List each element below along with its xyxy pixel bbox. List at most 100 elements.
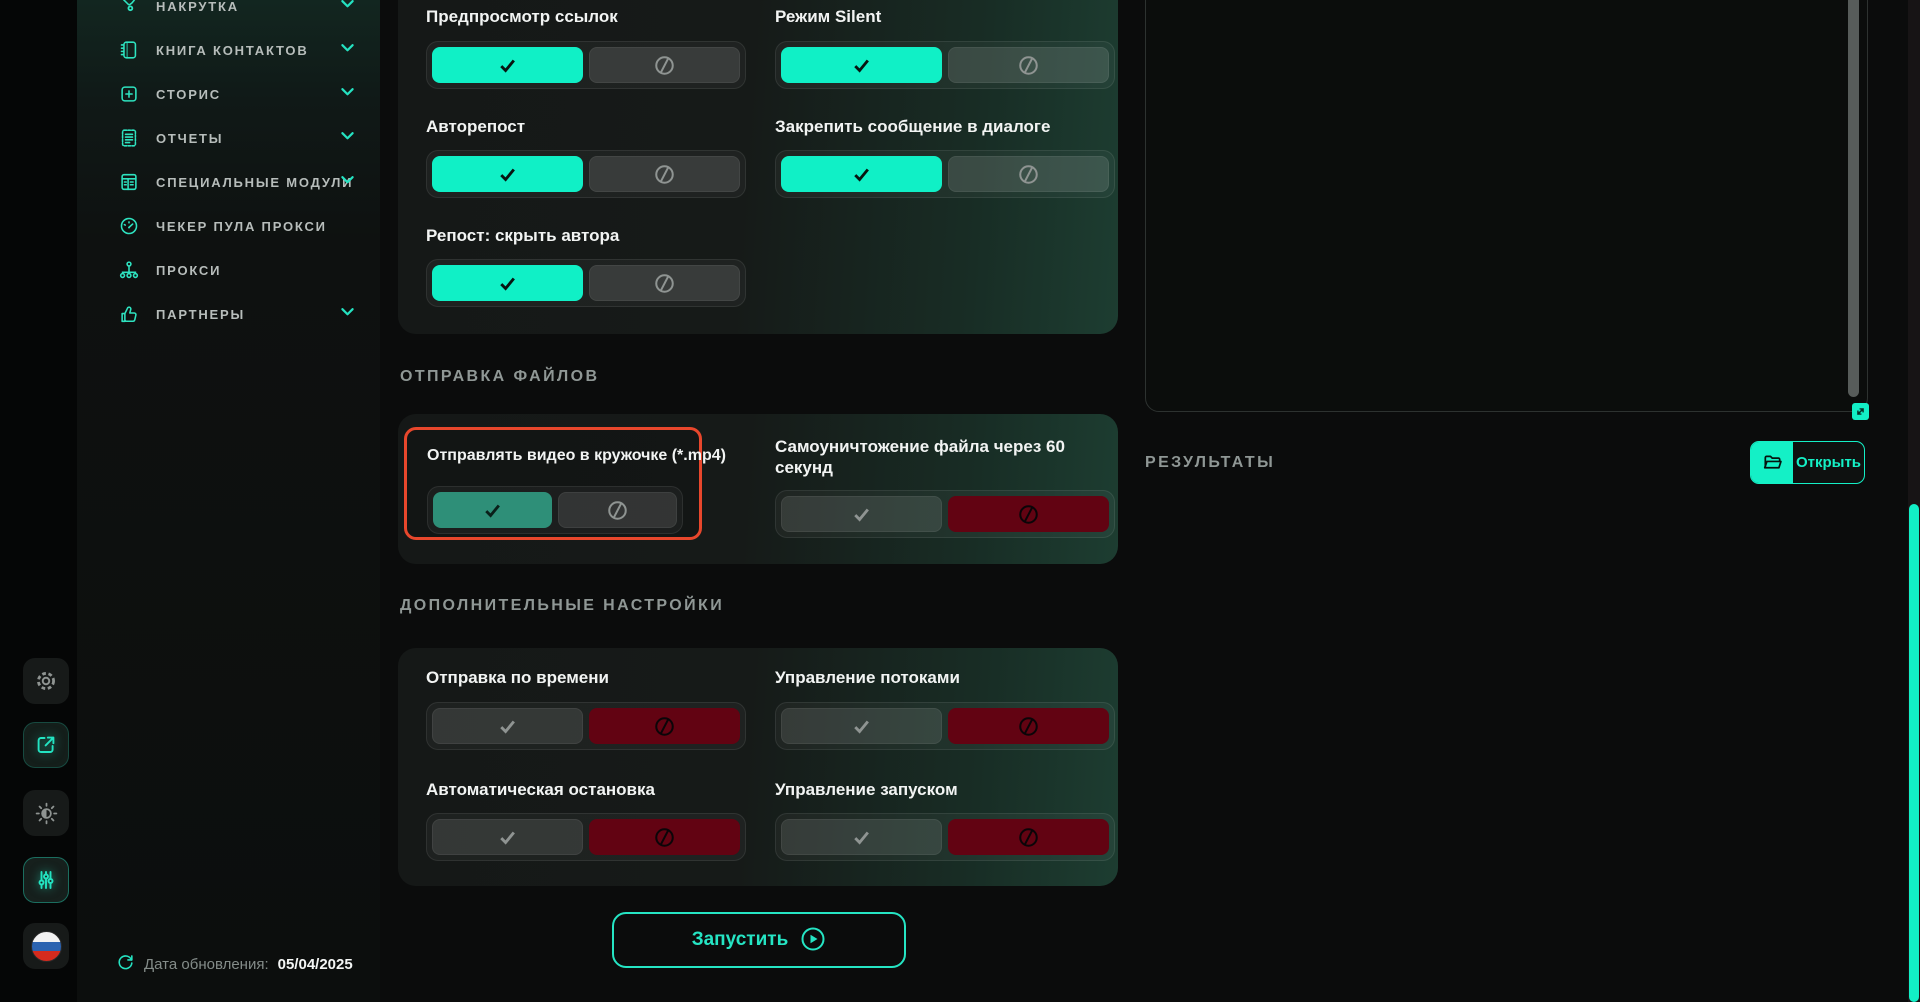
results-log-area[interactable] <box>1145 0 1868 412</box>
reports-icon <box>117 126 141 150</box>
sidebar-item-label: ОТЧЕТЫ <box>156 131 223 146</box>
toggle-yes-button[interactable] <box>781 819 942 855</box>
chevron-down-icon <box>339 83 356 105</box>
sidebar-menu: НАКРУТКА КНИГА КОНТАКТОВ <box>77 0 380 336</box>
sidebar-item-proxy[interactable]: ПРОКСИ <box>77 248 380 292</box>
theme-button[interactable] <box>23 790 69 836</box>
toggle-yes-button[interactable] <box>781 708 942 744</box>
speedometer-icon <box>117 214 141 238</box>
modules-icon <box>117 170 141 194</box>
toggle-label: Режим Silent <box>775 7 881 27</box>
run-button[interactable]: Запустить <box>612 912 906 968</box>
toggle-send-by-time <box>426 702 746 750</box>
equalizer-icon <box>34 868 58 892</box>
toggle-no-button[interactable] <box>589 47 740 83</box>
sidebar-item-contacts-book[interactable]: КНИГА КОНТАКТОВ <box>77 28 380 72</box>
thumbs-up-icon <box>117 302 141 326</box>
file-sending-panel: Отправлять видео в кружочке (*.mp4) Само… <box>398 414 1118 564</box>
toggle-label: Самоуничтожение файла через 60 секунд <box>775 436 1085 479</box>
sidebar-item-nakrutka[interactable]: НАКРУТКА <box>77 0 380 28</box>
toggle-link-preview <box>426 41 746 89</box>
sidebar-item-label: НАКРУТКА <box>156 0 239 14</box>
chevron-down-icon <box>339 39 356 61</box>
toggle-no-button[interactable] <box>948 819 1109 855</box>
sidebar-item-partners[interactable]: ПАРТНЕРЫ <box>77 292 380 336</box>
toggle-no-button[interactable] <box>589 156 740 192</box>
toggle-label: Автоматическая остановка <box>426 780 655 800</box>
toggle-no-button[interactable] <box>948 156 1109 192</box>
toggle-label: Закрепить сообщение в диалоге <box>775 117 1050 137</box>
toggle-yes-button[interactable] <box>432 708 583 744</box>
toggle-no-button[interactable] <box>948 47 1109 83</box>
run-button-label: Запустить <box>692 929 789 951</box>
folder-icon <box>1751 442 1793 483</box>
toggle-yes-button[interactable] <box>432 156 583 192</box>
toggle-label: Отправка по времени <box>426 668 609 688</box>
update-date-value: 05/04/2025 <box>278 956 353 973</box>
sidebar-item-proxy-checker[interactable]: ЧЕКЕР ПУЛА ПРОКСИ <box>77 204 380 248</box>
toggle-label: Управление запуском <box>775 780 958 800</box>
toggle-label: Авторепост <box>426 117 525 137</box>
left-icon-rail <box>0 0 77 1002</box>
chevron-down-icon <box>339 303 356 325</box>
chevron-down-icon <box>339 127 356 149</box>
language-button[interactable] <box>23 923 69 969</box>
results-scrollbar-thumb[interactable] <box>1848 0 1859 397</box>
section-title-extra: ДОПОЛНИТЕЛЬНЫЕ НАСТРОЙКИ <box>400 597 724 615</box>
toggle-video-circle <box>427 486 683 534</box>
sidebar-item-special-modules[interactable]: СПЕЦИАЛЬНЫЕ МОДУЛИ <box>77 160 380 204</box>
contacts-book-icon <box>117 38 141 62</box>
sidebar-item-label: СТОРИС <box>156 87 221 102</box>
toggle-yes-button[interactable] <box>432 265 583 301</box>
settings-button[interactable] <box>23 658 69 704</box>
update-date-label: Дата обновления: <box>144 956 269 973</box>
toggle-no-button[interactable] <box>589 708 740 744</box>
toggle-auto-stop <box>426 813 746 861</box>
window-scrollbar-thumb[interactable] <box>1909 504 1919 1002</box>
refresh-icon[interactable] <box>116 952 135 976</box>
stories-icon <box>117 82 141 106</box>
sidebar-item-reports[interactable]: ОТЧЕТЫ <box>77 116 380 160</box>
open-results-button[interactable]: Открыть <box>1750 441 1865 484</box>
toggle-no-button[interactable] <box>589 819 740 855</box>
extra-settings-panel: Отправка по времени Управление потоками … <box>398 648 1118 886</box>
flag-ru-icon <box>31 931 62 962</box>
toggle-launch-control <box>775 813 1115 861</box>
brightness-icon <box>34 801 59 826</box>
sidebar-item-label: ПАРТНЕРЫ <box>156 307 245 322</box>
sidebar-item-stories[interactable]: СТОРИС <box>77 72 380 116</box>
sidebar: НАКРУТКА КНИГА КОНТАКТОВ <box>77 0 380 1002</box>
toggle-yes-button[interactable] <box>781 156 942 192</box>
boost-icon <box>117 0 141 18</box>
section-title-files: ОТПРАВКА ФАЙЛОВ <box>400 368 599 386</box>
toggle-thread-control <box>775 702 1115 750</box>
toggle-no-button[interactable] <box>948 496 1109 532</box>
message-options-panel: Предпросмотр ссылок Режим Silent Автореп… <box>398 0 1118 334</box>
chevron-down-icon <box>339 171 356 193</box>
update-date-row: Дата обновления: 05/04/2025 <box>116 952 353 976</box>
toggle-no-button[interactable] <box>589 265 740 301</box>
open-button-label: Открыть <box>1793 442 1864 483</box>
toggle-no-button[interactable] <box>948 708 1109 744</box>
toggle-yes-button[interactable] <box>781 496 942 532</box>
toggle-self-destruct <box>775 490 1115 538</box>
toggle-repost-hide-author <box>426 259 746 307</box>
equalizer-button[interactable] <box>23 857 69 903</box>
app-window: НАКРУТКА КНИГА КОНТАКТОВ <box>0 0 1920 1002</box>
results-title: РЕЗУЛЬТАТЫ <box>1145 454 1275 472</box>
toggle-yes-button[interactable] <box>781 47 942 83</box>
highlight-box: Отправлять видео в кружочке (*.mp4) <box>404 427 702 540</box>
toggle-no-button[interactable] <box>558 492 677 528</box>
network-icon <box>117 258 141 282</box>
toggle-yes-button[interactable] <box>432 819 583 855</box>
resize-handle[interactable] <box>1852 403 1869 420</box>
gear-icon <box>33 668 59 694</box>
toggle-autorepost <box>426 150 746 198</box>
external-window-button[interactable] <box>23 722 69 768</box>
toggle-yes-button[interactable] <box>432 47 583 83</box>
toggle-pin-message <box>775 150 1115 198</box>
sidebar-item-label: ПРОКСИ <box>156 263 221 278</box>
toggle-yes-button[interactable] <box>433 492 552 528</box>
toggle-label: Предпросмотр ссылок <box>426 7 618 27</box>
external-link-icon <box>34 733 58 757</box>
